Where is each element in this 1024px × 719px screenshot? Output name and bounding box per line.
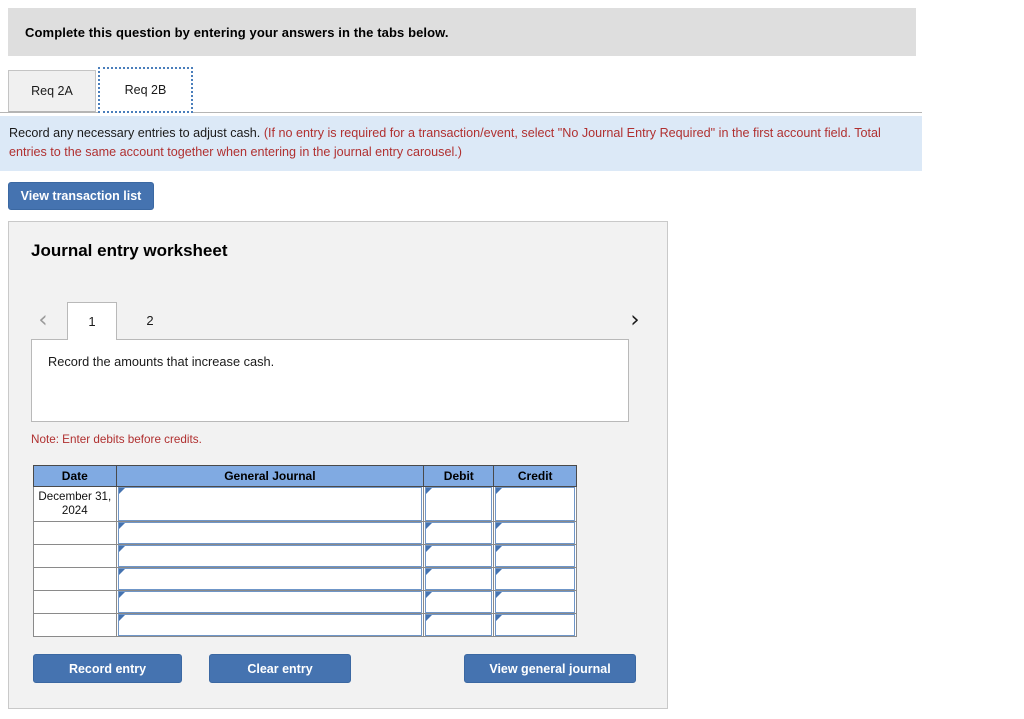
chevron-right-icon[interactable]: › bbox=[623, 302, 647, 339]
table-header-row: Date General Journal Debit Credit bbox=[33, 465, 577, 487]
carousel-page-2[interactable]: 2 bbox=[125, 302, 175, 339]
cell-credit[interactable] bbox=[493, 544, 577, 568]
carousel-page-1[interactable]: 1 bbox=[67, 302, 117, 340]
credit-input[interactable] bbox=[495, 545, 575, 567]
general-journal-input[interactable] bbox=[117, 522, 423, 544]
cell-date[interactable] bbox=[33, 544, 117, 568]
column-header-general-journal: General Journal bbox=[115, 465, 425, 487]
instruction-bar: Record any necessary entries to adjust c… bbox=[0, 116, 922, 171]
general-journal-input[interactable] bbox=[117, 568, 423, 590]
view-transaction-list-button[interactable]: View transaction list bbox=[8, 182, 154, 210]
cell-date: December 31, 2024 bbox=[33, 486, 117, 522]
entry-prompt-box: Record the amounts that increase cash. bbox=[31, 339, 629, 422]
cell-credit[interactable] bbox=[493, 613, 577, 637]
tab-req-2a[interactable]: Req 2A bbox=[8, 70, 96, 112]
cell-debit[interactable] bbox=[423, 544, 495, 568]
cell-debit[interactable] bbox=[423, 567, 495, 591]
column-header-debit: Debit bbox=[423, 465, 495, 487]
credit-input[interactable] bbox=[495, 522, 575, 544]
column-header-credit: Credit bbox=[493, 465, 577, 487]
cell-general-journal[interactable] bbox=[115, 521, 425, 545]
general-journal-input[interactable] bbox=[117, 591, 423, 613]
table-row bbox=[33, 544, 577, 568]
cell-general-journal[interactable] bbox=[115, 544, 425, 568]
carousel-page-1-label: 1 bbox=[88, 314, 96, 329]
clear-entry-label: Clear entry bbox=[247, 661, 313, 676]
cell-general-journal[interactable] bbox=[115, 613, 425, 637]
general-journal-input[interactable] bbox=[117, 545, 423, 567]
table-row bbox=[33, 521, 577, 545]
view-general-journal-label: View general journal bbox=[489, 661, 611, 676]
cell-general-journal[interactable] bbox=[115, 567, 425, 591]
cell-date[interactable] bbox=[33, 613, 117, 637]
view-general-journal-button[interactable]: View general journal bbox=[464, 654, 636, 683]
clear-entry-button[interactable]: Clear entry bbox=[209, 654, 351, 683]
cell-date[interactable] bbox=[33, 590, 117, 614]
tab-req-2b[interactable]: Req 2B bbox=[98, 67, 193, 113]
credit-input[interactable] bbox=[495, 568, 575, 590]
question-banner: Complete this question by entering your … bbox=[8, 8, 916, 56]
cell-date[interactable] bbox=[33, 567, 117, 591]
journal-entry-table: Date General Journal Debit Credit Decemb… bbox=[33, 465, 577, 637]
record-entry-button[interactable]: Record entry bbox=[33, 654, 182, 683]
table-row bbox=[33, 613, 577, 637]
credit-input[interactable] bbox=[495, 614, 575, 636]
cell-date[interactable] bbox=[33, 521, 117, 545]
debit-input[interactable] bbox=[425, 522, 493, 544]
record-entry-label: Record entry bbox=[68, 661, 147, 676]
cell-credit[interactable] bbox=[493, 521, 577, 545]
debit-input[interactable] bbox=[425, 614, 493, 636]
instruction-lead: Record any necessary entries to adjust c… bbox=[9, 126, 261, 140]
view-transaction-list-label: View transaction list bbox=[20, 189, 142, 203]
cell-debit[interactable] bbox=[423, 613, 495, 637]
debit-input[interactable] bbox=[425, 545, 493, 567]
cell-credit[interactable] bbox=[493, 567, 577, 591]
tab-req-2a-label: Req 2A bbox=[31, 84, 73, 98]
worksheet-title: Journal entry worksheet bbox=[31, 241, 228, 260]
table-row bbox=[33, 590, 577, 614]
credit-input[interactable] bbox=[495, 487, 575, 521]
cell-debit[interactable] bbox=[423, 486, 495, 522]
debit-input[interactable] bbox=[425, 487, 493, 521]
question-banner-text: Complete this question by entering your … bbox=[25, 24, 449, 40]
cell-general-journal[interactable] bbox=[115, 590, 425, 614]
journal-entry-carousel: ‹ 1 2 › bbox=[31, 302, 647, 340]
debit-input[interactable] bbox=[425, 591, 493, 613]
credit-input[interactable] bbox=[495, 591, 575, 613]
table-row bbox=[33, 567, 577, 591]
tab-strip: Req 2A Req 2B bbox=[0, 66, 922, 114]
entry-prompt-text: Record the amounts that increase cash. bbox=[48, 354, 275, 369]
tab-req-2b-label: Req 2B bbox=[124, 83, 167, 97]
debits-before-credits-note: Note: Enter debits before credits. bbox=[31, 433, 202, 446]
cell-debit[interactable] bbox=[423, 590, 495, 614]
general-journal-input[interactable] bbox=[117, 614, 423, 636]
journal-entry-worksheet-panel: Journal entry worksheet ‹ 1 2 › Record t… bbox=[8, 221, 668, 709]
column-header-date: Date bbox=[33, 465, 117, 487]
debit-input[interactable] bbox=[425, 568, 493, 590]
cell-credit[interactable] bbox=[493, 590, 577, 614]
cell-general-journal[interactable] bbox=[115, 486, 425, 522]
cell-debit[interactable] bbox=[423, 521, 495, 545]
table-row: December 31, 2024 bbox=[33, 486, 577, 522]
cell-credit[interactable] bbox=[493, 486, 577, 522]
chevron-left-icon[interactable]: ‹ bbox=[31, 302, 55, 339]
general-journal-input[interactable] bbox=[117, 487, 423, 521]
carousel-page-2-label: 2 bbox=[146, 313, 154, 328]
